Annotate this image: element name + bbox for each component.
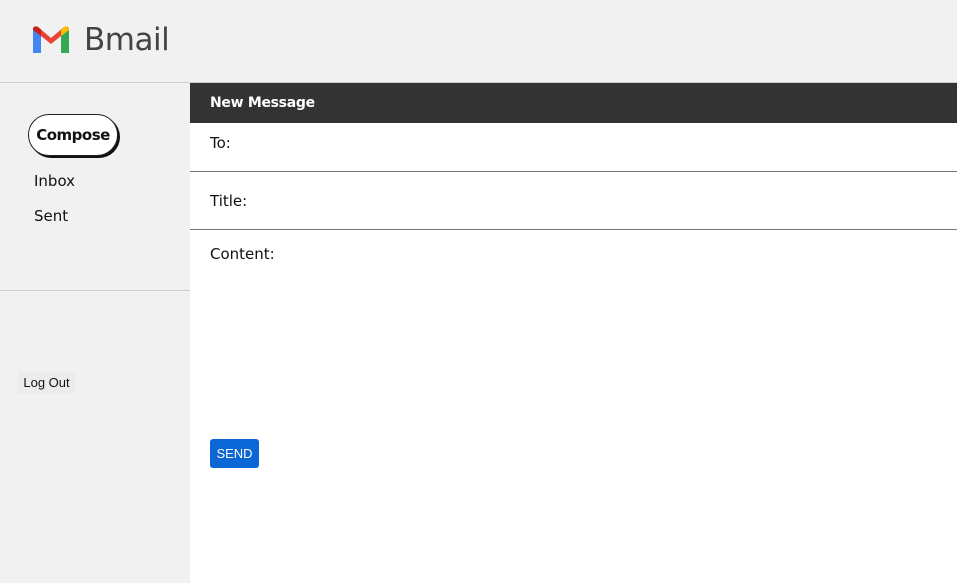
to-label: To:: [210, 134, 231, 152]
app-title: Bmail: [84, 22, 170, 58]
logout-button[interactable]: Log Out: [18, 372, 75, 394]
app-header: Bmail: [0, 0, 957, 83]
content-label: Content:: [210, 245, 275, 263]
gmail-m-logo-icon: [33, 26, 69, 53]
sidebar-item-sent[interactable]: Sent: [34, 207, 68, 225]
compose-panel: New Message To: Title: Content: SEND: [190, 83, 957, 583]
content-textarea[interactable]: [210, 269, 937, 429]
compose-header-title: New Message: [190, 83, 957, 123]
compose-button[interactable]: Compose: [28, 114, 118, 156]
to-field-row: To:: [190, 123, 957, 172]
title-input[interactable]: [254, 190, 947, 214]
to-input[interactable]: [238, 132, 947, 156]
sidebar-item-inbox[interactable]: Inbox: [34, 172, 75, 190]
sidebar-divider: [0, 290, 190, 291]
send-button[interactable]: SEND: [210, 439, 259, 468]
title-field-row: Title:: [190, 172, 957, 230]
sidebar: Compose Inbox Sent Log Out: [0, 83, 190, 583]
title-label: Title:: [210, 192, 248, 210]
